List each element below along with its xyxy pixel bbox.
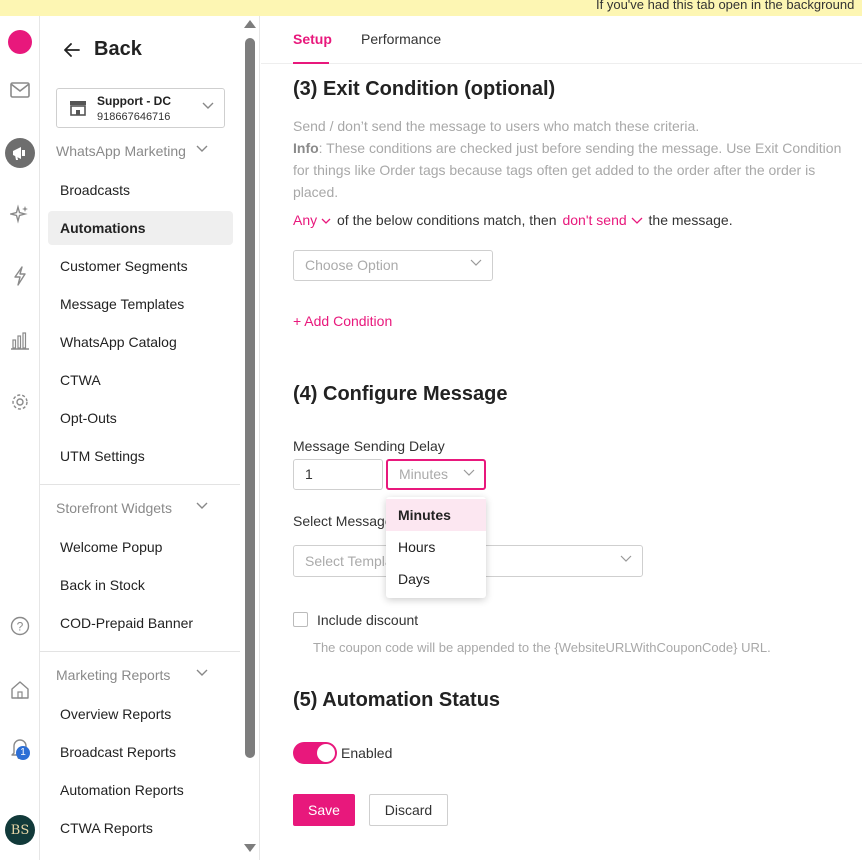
- choose-option-placeholder: Choose Option: [305, 257, 399, 273]
- chevron-down-icon: [463, 469, 475, 476]
- sidebar-item-overview-reports[interactable]: Overview Reports: [48, 697, 233, 731]
- sidebar-item-broadcast-reports[interactable]: Broadcast Reports: [48, 735, 233, 769]
- info-line-3: placed.: [293, 184, 339, 200]
- toggle-label: Enabled: [341, 745, 393, 761]
- tab-setup[interactable]: Setup: [293, 31, 332, 47]
- condition-end-text: the message.: [648, 212, 733, 228]
- tab-bar: Setup Performance: [261, 16, 862, 64]
- enabled-toggle[interactable]: [293, 742, 337, 764]
- info-line-2: for things like Order tags because tags …: [293, 162, 816, 178]
- icon-nav-bar: ? 1 BS: [0, 16, 40, 860]
- exit-condition-info: Info: These conditions are checked just …: [293, 137, 841, 159]
- store-selector[interactable]: Support - DC 918667646716: [56, 88, 225, 128]
- exit-condition-title: (3) Exit Condition (optional): [293, 78, 556, 100]
- delay-label: Message Sending Delay: [293, 438, 445, 454]
- coupon-hint: The coupon code will be appended to the …: [313, 640, 771, 655]
- info-line-1: : These conditions are checked just befo…: [318, 140, 842, 156]
- avatar[interactable]: BS: [5, 815, 35, 845]
- chevron-down-icon: [470, 259, 482, 266]
- chevron-down-icon: [196, 502, 208, 509]
- mail-icon[interactable]: [8, 78, 32, 102]
- automation-status-title: (5) Automation Status: [293, 689, 501, 711]
- delay-unit-dropdown: Minutes Hours Days: [386, 497, 486, 598]
- store-number: 918667646716: [97, 111, 171, 123]
- section-whatsapp-marketing[interactable]: WhatsApp Marketing: [56, 143, 208, 159]
- sidebar-item-cod-prepaid-banner[interactable]: COD-Prepaid Banner: [48, 606, 233, 640]
- section-storefront-widgets[interactable]: Storefront Widgets: [56, 500, 208, 516]
- chevron-down-icon: [321, 218, 331, 224]
- scroll-up-arrow[interactable]: [244, 20, 256, 28]
- scroll-down-arrow[interactable]: [244, 844, 256, 852]
- sidebar-item-customer-segments[interactable]: Customer Segments: [48, 249, 233, 283]
- chevron-down-icon: [196, 669, 208, 676]
- chevron-down-icon: [620, 555, 632, 562]
- save-button[interactable]: Save: [293, 794, 355, 826]
- back-button[interactable]: Back: [64, 38, 142, 61]
- section-title: Storefront Widgets: [56, 500, 172, 516]
- notification-badge: 1: [16, 746, 30, 760]
- arrow-left-icon: [64, 42, 80, 57]
- notice-banner: If you've had this tab open in the backg…: [0, 0, 862, 16]
- discard-button[interactable]: Discard: [369, 794, 448, 826]
- divider: [40, 651, 240, 652]
- megaphone-icon[interactable]: [5, 138, 35, 168]
- choose-option-select[interactable]: Choose Option: [293, 250, 493, 281]
- include-discount-label[interactable]: Include discount: [317, 612, 418, 628]
- sidebar-item-whatsapp-catalog[interactable]: WhatsApp Catalog: [48, 325, 233, 359]
- chevron-down-icon: [631, 217, 643, 224]
- toggle-knob: [317, 744, 335, 762]
- store-icon: [70, 101, 86, 116]
- sidebar-item-ctwa-reports[interactable]: CTWA Reports: [48, 811, 233, 845]
- sidebar-item-welcome-popup[interactable]: Welcome Popup: [48, 530, 233, 564]
- chevron-down-icon: [196, 145, 208, 152]
- help-icon[interactable]: ?: [8, 614, 32, 638]
- send-mode-dropdown[interactable]: don't send: [562, 212, 643, 228]
- configure-message-title: (4) Configure Message: [293, 383, 508, 405]
- delay-input[interactable]: 1: [293, 459, 383, 490]
- sidebar-item-opt-outs[interactable]: Opt-Outs: [48, 401, 233, 435]
- divider: [40, 484, 240, 485]
- condition-sentence: Any of the below conditions match, then …: [293, 212, 733, 228]
- store-name: Support - DC: [97, 94, 171, 108]
- delay-unit-select[interactable]: Minutes: [386, 459, 486, 490]
- sidebar-scrollbar-thumb[interactable]: [245, 38, 255, 758]
- main-content: Setup Performance (3) Exit Condition (op…: [261, 16, 862, 860]
- option-days[interactable]: Days: [386, 563, 486, 595]
- unit-placeholder: Minutes: [399, 466, 449, 482]
- tab-performance[interactable]: Performance: [361, 31, 441, 47]
- banner-text: If you've had this tab open in the backg…: [596, 0, 855, 12]
- section-title: Marketing Reports: [56, 667, 171, 683]
- info-label: Info: [293, 140, 319, 156]
- option-minutes[interactable]: Minutes: [386, 499, 486, 531]
- sidebar-item-automations[interactable]: Automations: [48, 211, 233, 245]
- lightning-icon[interactable]: [8, 264, 32, 288]
- any-dropdown[interactable]: Any: [293, 212, 331, 228]
- sidebar-item-broadcasts[interactable]: Broadcasts: [48, 173, 233, 207]
- sidebar: Back Support - DC 918667646716 WhatsApp …: [40, 16, 260, 860]
- home-icon[interactable]: [8, 678, 32, 702]
- bar-chart-icon[interactable]: [8, 328, 32, 352]
- brand-logo-icon[interactable]: [8, 30, 32, 54]
- sidebar-item-automation-reports[interactable]: Automation Reports: [48, 773, 233, 807]
- section-title: WhatsApp Marketing: [56, 143, 186, 159]
- condition-middle-text: of the below conditions match, then: [337, 212, 557, 228]
- chevron-down-icon: [202, 102, 214, 109]
- svg-text:?: ?: [17, 620, 24, 634]
- section-marketing-reports[interactable]: Marketing Reports: [56, 667, 208, 683]
- select-message-label: Select Message: [293, 513, 393, 529]
- include-discount-checkbox[interactable]: [293, 612, 308, 627]
- sidebar-item-back-in-stock[interactable]: Back in Stock: [48, 568, 233, 602]
- sidebar-item-ctwa[interactable]: CTWA: [48, 363, 233, 397]
- exit-condition-description: Send / don’t send the message to users w…: [293, 118, 700, 134]
- back-label: Back: [94, 38, 142, 60]
- gear-icon[interactable]: [8, 390, 32, 414]
- sidebar-item-utm-settings[interactable]: UTM Settings: [48, 439, 233, 473]
- sparkles-icon[interactable]: [8, 202, 32, 226]
- active-tab-indicator: [293, 62, 329, 64]
- add-condition-button[interactable]: + Add Condition: [293, 313, 392, 329]
- option-hours[interactable]: Hours: [386, 531, 486, 563]
- sidebar-item-message-templates[interactable]: Message Templates: [48, 287, 233, 321]
